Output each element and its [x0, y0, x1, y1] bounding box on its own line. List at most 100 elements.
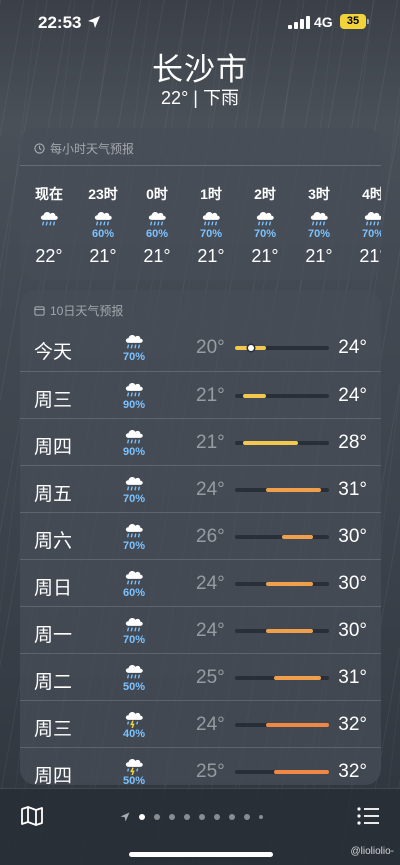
home-indicator[interactable]: [129, 852, 273, 857]
temp-range-bar: [235, 676, 329, 680]
temp-range-fill: [242, 394, 267, 398]
page-dot[interactable]: [169, 814, 175, 820]
page-dot[interactable]: [139, 814, 145, 820]
cellular-signal-icon: [288, 16, 310, 29]
hour-label: 2时: [254, 186, 276, 202]
temp-range-bar: [235, 582, 329, 586]
page-dot[interactable]: [214, 814, 220, 820]
day-label: 周三: [34, 719, 73, 740]
hourly-item: 2时 70% 21°: [240, 184, 290, 267]
day-precip: 40%: [122, 728, 146, 740]
hour-label: 现在: [35, 186, 63, 202]
hour-label: 1时: [200, 186, 222, 202]
day-low-temp: 21°: [196, 432, 225, 453]
hourly-header: 每小时天气预报: [34, 140, 134, 157]
day-low-temp: 20°: [196, 337, 225, 358]
list-icon[interactable]: [356, 806, 380, 826]
hour-precip: 70%: [253, 228, 277, 240]
temp-range-bar: [235, 394, 329, 398]
day-label: 周四: [34, 437, 73, 458]
page-dot[interactable]: [259, 815, 263, 819]
day-precip: 70%: [122, 493, 146, 505]
day-high-temp: 24°: [338, 385, 367, 406]
day-precip: 90%: [122, 446, 146, 458]
daily-row[interactable]: 周四 90% 21° 28°: [20, 418, 381, 465]
page-dot[interactable]: [199, 814, 205, 820]
page-indicator[interactable]: [120, 811, 263, 823]
day-high-temp: 32°: [338, 761, 367, 782]
day-precip: 70%: [122, 351, 146, 363]
day-low-temp: 26°: [196, 526, 225, 547]
day-precip: 60%: [122, 587, 146, 599]
daily-row[interactable]: 周六 70% 26° 30°: [20, 512, 381, 559]
daily-row[interactable]: 周五 70% 24° 31°: [20, 465, 381, 512]
hourly-item: 0时 60% 21°: [132, 184, 182, 267]
rain-cloud-icon: [122, 379, 146, 397]
hour-temp: 21°: [197, 246, 225, 266]
day-label: 周二: [34, 672, 73, 693]
rain-cloud-icon: [361, 208, 381, 228]
temp-range-bar: [235, 770, 329, 774]
rain-cloud-icon: [122, 473, 146, 491]
temp-range-bar: [235, 629, 329, 633]
daily-row[interactable]: 周日 60% 24° 30°: [20, 559, 381, 606]
temp-range-fill: [266, 582, 314, 586]
day-low-temp: 24°: [196, 479, 225, 500]
rain-cloud-icon: [122, 661, 146, 679]
daily-row[interactable]: 周四 50% 25° 32°: [20, 747, 381, 785]
temp-range-bar: [235, 345, 329, 351]
thunderstorm-cloud-icon: [122, 755, 146, 776]
day-low-temp: 25°: [196, 761, 225, 782]
temp-range-fill: [266, 629, 314, 633]
daily-row[interactable]: 周三 90% 21° 24°: [20, 371, 381, 418]
daily-row[interactable]: 周一 70% 24° 30°: [20, 606, 381, 653]
day-precip: 70%: [122, 540, 146, 552]
temp-range-bar: [235, 441, 329, 445]
day-precip: 50%: [122, 775, 146, 785]
current-temp-dot: [247, 345, 254, 351]
status-time: 22:53: [38, 13, 82, 32]
day-high-temp: 31°: [338, 479, 367, 500]
page-dot[interactable]: [244, 814, 250, 820]
day-label: 周日: [34, 578, 73, 599]
rain-cloud-icon: [307, 208, 331, 228]
temp-range-fill: [266, 488, 322, 492]
rain-cloud-icon: [199, 208, 223, 228]
daily-row[interactable]: 周三 40% 24° 32°: [20, 700, 381, 747]
day-precip: 50%: [122, 681, 146, 693]
rain-cloud-icon: [122, 426, 146, 444]
day-label: 周四: [34, 766, 73, 785]
daily-row[interactable]: 今天 70% 20° 24°: [20, 324, 381, 371]
hour-precip: 70%: [199, 228, 223, 240]
hour-temp: 21°: [359, 246, 381, 266]
rain-cloud-icon: [91, 208, 115, 228]
rain-cloud-icon: [122, 520, 146, 538]
hourly-scroll[interactable]: 现在 22° 23时 60% 21° 0时 60% 21° 1时 70% 21° 2时 70% 21° 3时…: [20, 184, 381, 274]
rain-cloud-icon: [122, 614, 146, 632]
hour-temp: 21°: [89, 246, 117, 266]
day-high-temp: 30°: [338, 573, 367, 594]
day-high-temp: 28°: [338, 432, 367, 453]
map-icon[interactable]: [20, 805, 44, 827]
page-dot[interactable]: [184, 814, 190, 820]
day-precip: 90%: [122, 399, 146, 411]
hour-temp: 22°: [35, 246, 63, 266]
hourly-item: 现在 22°: [24, 184, 74, 267]
page-dot[interactable]: [154, 814, 160, 820]
hourly-forecast-card[interactable]: 每小时天气预报 现在 22° 23时 60% 21° 0时 60% 21° 1时 70% 21° 2时…: [20, 128, 381, 280]
day-high-temp: 32°: [338, 714, 367, 735]
battery-indicator: 35: [340, 14, 369, 29]
hour-temp: 21°: [143, 246, 171, 266]
daily-list: 今天 70% 20° 24° 周三 90% 21° 24° 周四 90% 21° 28° 周五 70% 24…: [20, 324, 381, 785]
day-label: 今天: [34, 342, 73, 363]
daily-row[interactable]: 周二 50% 25° 31°: [20, 653, 381, 700]
hour-label: 0时: [146, 186, 168, 202]
rain-cloud-icon: [145, 208, 169, 228]
hour-precip: 70%: [307, 228, 331, 240]
daily-forecast-card[interactable]: 10日天气预报 今天 70% 20° 24° 周三 90% 21° 24° 周四 90% 21° 28…: [20, 290, 381, 785]
day-label: 周六: [34, 531, 73, 552]
page-dot[interactable]: [229, 814, 235, 820]
hourly-item: 4时 70% 21°: [348, 184, 381, 267]
day-low-temp: 24°: [196, 714, 225, 735]
network-type: 4G: [314, 14, 333, 30]
